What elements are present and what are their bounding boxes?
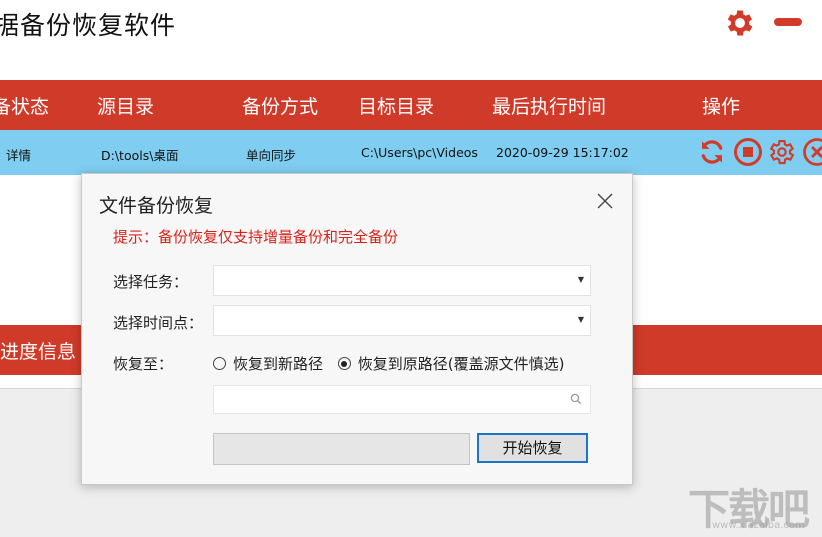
minimize-icon[interactable] xyxy=(774,18,802,26)
header-target: 目标目录 xyxy=(358,92,434,119)
search-icon[interactable] xyxy=(569,392,583,406)
header-mode: 备份方式 xyxy=(242,92,318,119)
watermark-url: www.xiazaiba.com xyxy=(712,520,805,531)
radio-new-path[interactable]: 恢复到新路径 xyxy=(213,353,323,374)
radio-original-path[interactable]: 恢复到原路径(覆盖源文件慎选) xyxy=(338,353,565,374)
task-select[interactable]: ▼ xyxy=(213,265,591,296)
row-last-run: 2020-09-29 15:17:02 xyxy=(496,145,629,160)
row-mode: 单向同步 xyxy=(246,145,296,164)
radio-original-path-label: 恢复到原路径(覆盖源文件慎选) xyxy=(358,355,565,373)
task-label: 选择任务： xyxy=(113,271,188,292)
delete-icon[interactable] xyxy=(802,137,822,167)
settings-icon[interactable] xyxy=(767,137,797,167)
row-status-link[interactable]: 详情 xyxy=(6,145,31,164)
timepoint-select[interactable]: ▼ xyxy=(213,305,591,336)
row-source: D:\tools\桌面 xyxy=(101,145,178,164)
header-actions: 操作 xyxy=(702,92,740,119)
progress-info-label: 进度信息 xyxy=(0,337,76,364)
header-last-run: 最后执行时间 xyxy=(492,92,606,119)
header-status: 备状态 xyxy=(0,92,49,119)
radio-new-path-label: 恢复到新路径 xyxy=(233,355,323,373)
stop-icon[interactable] xyxy=(733,137,763,167)
sync-icon[interactable] xyxy=(697,137,727,167)
restore-dialog: 文件备份恢复 提示：备份恢复仅支持增量备份和完全备份 选择任务： ▼ 选择时间点… xyxy=(81,173,633,485)
dialog-title: 文件备份恢复 xyxy=(99,191,213,218)
radio-button-selected[interactable] xyxy=(338,357,351,370)
radio-button[interactable] xyxy=(213,357,226,370)
app-title: 据备份恢复软件 xyxy=(0,6,176,42)
restore-target-radio-group: 恢复到新路径 恢复到原路径(覆盖源文件慎选) xyxy=(213,353,575,374)
table-header: 备状态 源目录 备份方式 目标目录 最后执行时间 操作 xyxy=(0,80,822,130)
gear-icon[interactable] xyxy=(723,6,757,40)
timepoint-label: 选择时间点： xyxy=(113,312,203,333)
chevron-down-icon: ▼ xyxy=(578,275,584,284)
row-target: C:\Users\pc\Videos xyxy=(361,145,478,160)
table-row[interactable]: 详情 D:\tools\桌面 单向同步 C:\Users\pc\Videos 2… xyxy=(0,130,822,175)
header-source: 源目录 xyxy=(97,92,154,119)
close-icon[interactable] xyxy=(594,190,616,212)
dialog-hint: 提示：备份恢复仅支持增量备份和完全备份 xyxy=(113,226,398,247)
restore-to-label: 恢复至： xyxy=(113,353,173,374)
path-input[interactable] xyxy=(213,385,591,414)
title-bar: 据备份恢复软件 xyxy=(0,0,822,66)
start-restore-button[interactable]: 开始恢复 xyxy=(477,433,588,463)
restore-progress-bar xyxy=(213,433,470,465)
chevron-down-icon: ▼ xyxy=(578,315,584,324)
